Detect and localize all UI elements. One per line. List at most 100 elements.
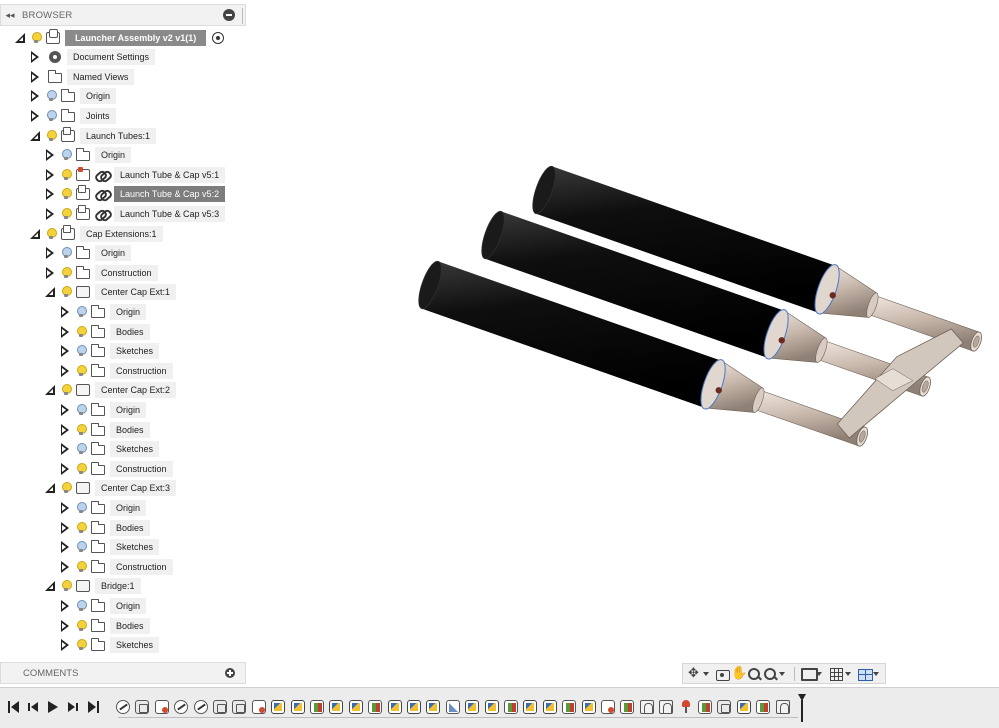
tree-row[interactable]: Named Views (30, 67, 135, 86)
tree-item-label[interactable]: Bodies (110, 323, 150, 340)
tree-item-label[interactable]: Construction (110, 460, 173, 477)
tree-row[interactable]: Launch Tube & Cap v5:1 (45, 165, 226, 184)
go-to-end-icon[interactable] (88, 701, 100, 713)
collapsed-triangle-icon[interactable] (60, 423, 70, 436)
tree-item-label[interactable]: Launch Tube & Cap v5:2 (114, 186, 226, 203)
tree-row[interactable]: Origin (45, 244, 132, 263)
visibility-bulb-icon[interactable] (31, 31, 42, 45)
timeline-feature-sketch-icon[interactable] (426, 700, 441, 714)
display-settings-icon[interactable] (800, 667, 819, 681)
tree-row[interactable]: Origin (60, 400, 147, 419)
visibility-bulb-icon[interactable] (76, 521, 87, 535)
model-canvas[interactable] (247, 0, 999, 660)
timeline-feature-sketch-icon[interactable] (271, 700, 286, 714)
tree-item-label[interactable]: Bodies (110, 617, 150, 634)
visibility-bulb-icon[interactable] (76, 501, 87, 515)
tree-item-label[interactable]: Origin (110, 597, 147, 614)
tree-row[interactable]: Document Settings (30, 48, 156, 67)
tree-item-label[interactable]: Sketches (110, 441, 160, 458)
timeline-feature-joint-icon[interactable] (193, 700, 208, 714)
visibility-bulb-icon[interactable] (46, 89, 57, 103)
visibility-bulb-icon[interactable] (46, 129, 57, 143)
tree-row[interactable]: Sketches (60, 342, 160, 361)
visibility-bulb-icon[interactable] (61, 168, 72, 182)
timeline-feature-extrude-icon[interactable] (213, 700, 227, 714)
collapsed-triangle-icon[interactable] (60, 462, 70, 475)
visibility-bulb-icon[interactable] (76, 560, 87, 574)
tree-item-label[interactable]: Center Cap Ext:1 (95, 284, 177, 301)
tree-row[interactable]: Bodies (60, 518, 150, 537)
look-at-icon[interactable] (715, 667, 731, 681)
timeline-feature-pin-icon[interactable] (679, 700, 693, 714)
tree-item-label[interactable]: Sketches (110, 539, 160, 556)
collapsed-triangle-icon[interactable] (60, 325, 70, 338)
tree-row[interactable]: Launch Tubes:1 (30, 126, 157, 145)
tree-item-label[interactable]: Construction (110, 558, 173, 575)
visibility-bulb-icon[interactable] (76, 619, 87, 633)
tree-item-label[interactable]: Origin (110, 499, 147, 516)
collapsed-triangle-icon[interactable] (60, 345, 70, 358)
visibility-bulb-icon[interactable] (76, 423, 87, 437)
collapsed-triangle-icon[interactable] (60, 305, 70, 318)
tree-item-label[interactable]: Cap Extensions:1 (80, 225, 163, 242)
collapsed-triangle-icon[interactable] (60, 501, 70, 514)
visibility-bulb-icon[interactable] (46, 109, 57, 123)
pan-icon[interactable] (731, 665, 747, 681)
expanded-triangle-icon[interactable] (45, 580, 55, 592)
tree-item-label[interactable]: Origin (95, 245, 132, 262)
timeline-feature-sketch-icon[interactable] (523, 700, 538, 714)
orbit-icon[interactable] (687, 665, 701, 681)
tree-row[interactable]: Construction (60, 459, 173, 478)
tree-row[interactable]: Sketches (60, 636, 160, 655)
tree-row[interactable]: Origin (60, 596, 147, 615)
visibility-bulb-icon[interactable] (61, 481, 72, 495)
collapsed-triangle-icon[interactable] (45, 247, 55, 260)
timeline-feature-sketch-icon[interactable] (387, 700, 402, 714)
timeline-feature-red-icon[interactable] (251, 700, 266, 714)
plus-circle-icon[interactable] (225, 668, 235, 678)
timeline-feature-joint-icon[interactable] (174, 700, 189, 714)
collapsed-triangle-icon[interactable] (45, 168, 55, 181)
collapsed-triangle-icon[interactable] (30, 51, 40, 64)
play-icon[interactable] (48, 701, 59, 713)
tree-item-label[interactable]: Bridge:1 (95, 578, 141, 595)
collapsed-triangle-icon[interactable] (30, 109, 40, 122)
collapsed-triangle-icon[interactable] (45, 266, 55, 279)
visibility-bulb-icon[interactable] (76, 599, 87, 613)
collapsed-triangle-icon[interactable] (45, 188, 55, 201)
tree-row[interactable]: Joints (30, 106, 116, 125)
tree-item-label[interactable]: Construction (110, 362, 173, 379)
visibility-bulb-icon[interactable] (61, 266, 72, 280)
tree-row[interactable]: Cap Extensions:1 (30, 224, 163, 243)
tree-item-label[interactable]: Joints (80, 107, 116, 124)
timeline-feature-joint-icon[interactable] (116, 700, 130, 714)
timeline-feature-green-icon[interactable] (368, 700, 383, 714)
visibility-bulb-icon[interactable] (76, 325, 87, 339)
expanded-triangle-icon[interactable] (45, 286, 55, 298)
tree-row[interactable]: Bodies (60, 616, 150, 635)
timeline-feature-sketch-icon[interactable] (348, 700, 363, 714)
visibility-bulb-icon[interactable] (61, 246, 72, 260)
timeline-feature-green-icon[interactable] (698, 700, 712, 714)
expanded-triangle-icon[interactable] (30, 228, 40, 240)
visibility-bulb-icon[interactable] (76, 638, 87, 652)
tree-item-label[interactable]: Origin (80, 88, 117, 105)
expanded-triangle-icon[interactable] (30, 130, 40, 142)
zoom-window-icon[interactable] (763, 667, 777, 681)
collapsed-triangle-icon[interactable] (60, 521, 70, 534)
collapsed-triangle-icon[interactable] (60, 364, 70, 377)
collapsed-triangle-icon[interactable] (60, 639, 70, 652)
timeline-feature-green-icon[interactable] (756, 700, 771, 714)
timeline-marker[interactable] (798, 694, 806, 722)
tree-row[interactable]: Construction (60, 361, 173, 380)
step-forward-icon[interactable] (68, 701, 79, 713)
tree-item-label[interactable]: Origin (110, 401, 147, 418)
tree-row[interactable]: Center Cap Ext:3 (45, 479, 177, 498)
tree-item-label[interactable]: Launcher Assembly v2 v1(1) (65, 29, 207, 46)
caret-down-icon[interactable] (844, 667, 851, 681)
timeline-feature-extrude-icon[interactable] (717, 700, 732, 714)
tree-item-label[interactable]: Construction (95, 264, 158, 281)
visibility-bulb-icon[interactable] (46, 227, 57, 241)
collapsed-triangle-icon[interactable] (60, 560, 70, 573)
tree-row[interactable]: Construction (60, 557, 173, 576)
